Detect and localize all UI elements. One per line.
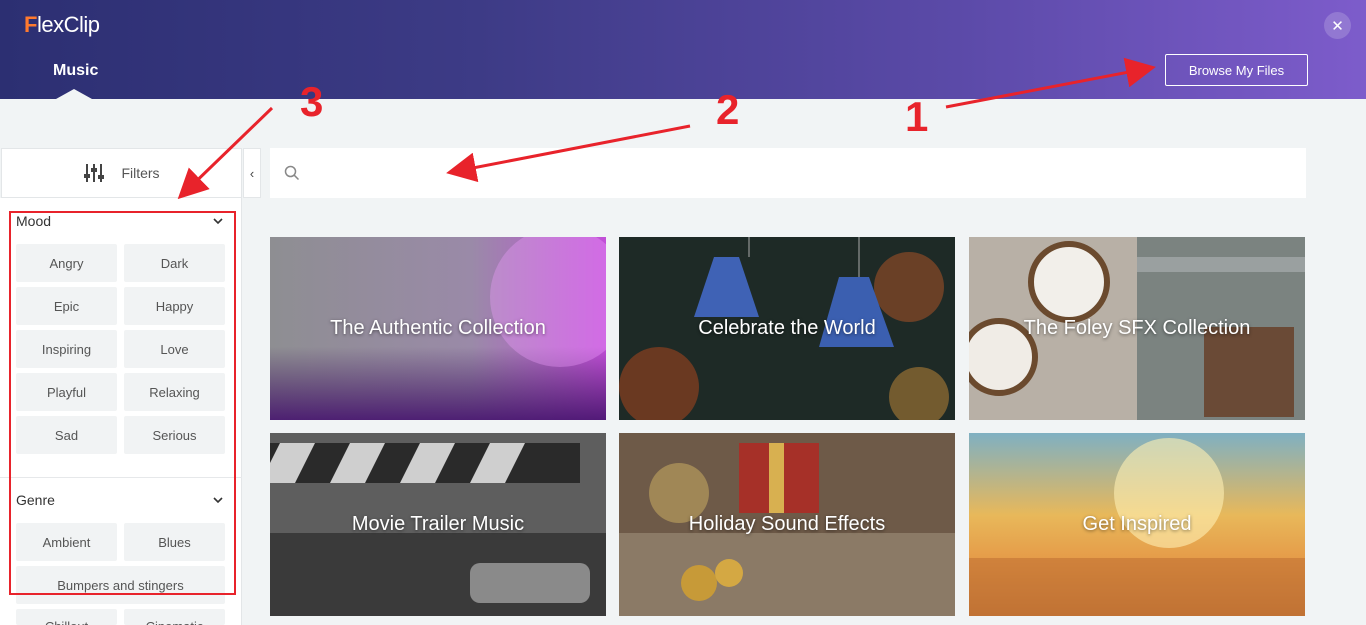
genre-chip[interactable]: Chillout	[16, 609, 117, 625]
collection-card[interactable]: Get Inspired	[969, 433, 1305, 616]
mood-chip[interactable]: Playful	[16, 373, 117, 411]
top-header: FlexClip Music ✕ Browse My Files	[0, 0, 1366, 99]
mood-chip[interactable]: Serious	[124, 416, 225, 454]
collection-title: Celebrate the World	[698, 317, 876, 339]
genre-chip[interactable]: Blues	[124, 523, 225, 561]
genre-section-title[interactable]: Genre	[16, 492, 55, 508]
search-icon	[284, 165, 300, 181]
collection-card[interactable]: The Foley SFX Collection	[969, 237, 1305, 420]
search-input[interactable]	[310, 153, 1290, 193]
mood-chip[interactable]: Epic	[16, 287, 117, 325]
annotation-number-1: 1	[905, 93, 929, 140]
section-divider	[0, 477, 242, 478]
chevron-left-icon: ‹	[249, 165, 255, 181]
mood-chip[interactable]: Angry	[16, 244, 117, 282]
filters-header[interactable]: Filters	[1, 148, 242, 198]
search-bar	[270, 148, 1306, 198]
mood-chip[interactable]: Love	[124, 330, 225, 368]
logo-text: lexClip	[36, 12, 100, 37]
tab-music[interactable]: Music	[53, 62, 98, 80]
genre-chip[interactable]: Bumpers and stingers	[16, 566, 225, 604]
collection-title: The Authentic Collection	[330, 317, 546, 339]
flexclip-logo[interactable]: FlexClip	[24, 12, 100, 38]
mood-chip[interactable]: Dark	[124, 244, 225, 282]
collection-title: Holiday Sound Effects	[688, 513, 886, 535]
sliders-icon	[84, 164, 105, 182]
annotation-number-2: 2	[716, 86, 740, 133]
annotation-number-3: 3	[300, 78, 324, 125]
chevron-down-icon[interactable]	[213, 495, 223, 505]
genre-chip[interactable]: Ambient	[16, 523, 117, 561]
collection-title: The Foley SFX Collection	[1023, 317, 1251, 339]
collection-title: Get Inspired	[1082, 513, 1192, 535]
filter-sidebar: Mood Angry Dark Epic Happy Inspiring Lov…	[0, 198, 242, 625]
collection-card[interactable]: The Authentic Collection	[270, 237, 606, 420]
mood-chip[interactable]: Inspiring	[16, 330, 117, 368]
mood-section-title[interactable]: Mood	[16, 213, 51, 229]
collapse-sidebar-button[interactable]: ‹	[243, 148, 261, 198]
close-button[interactable]: ✕	[1324, 12, 1351, 39]
browse-my-files-button[interactable]: Browse My Files	[1165, 54, 1308, 86]
mood-chip[interactable]: Sad	[16, 416, 117, 454]
active-tab-indicator	[56, 89, 92, 99]
collection-card[interactable]: Holiday Sound Effects	[619, 433, 955, 616]
collection-card[interactable]: Movie Trailer Music	[270, 433, 606, 616]
close-icon: ✕	[1331, 17, 1344, 35]
collection-card[interactable]: Celebrate the World	[619, 237, 955, 420]
collection-title: Movie Trailer Music	[351, 513, 525, 535]
chevron-down-icon[interactable]	[213, 216, 223, 226]
logo-letter: F	[24, 12, 37, 37]
filters-label: Filters	[121, 165, 160, 181]
mood-chip[interactable]: Happy	[124, 287, 225, 325]
mood-chip[interactable]: Relaxing	[124, 373, 225, 411]
genre-chip[interactable]: Cinematic	[124, 609, 225, 625]
